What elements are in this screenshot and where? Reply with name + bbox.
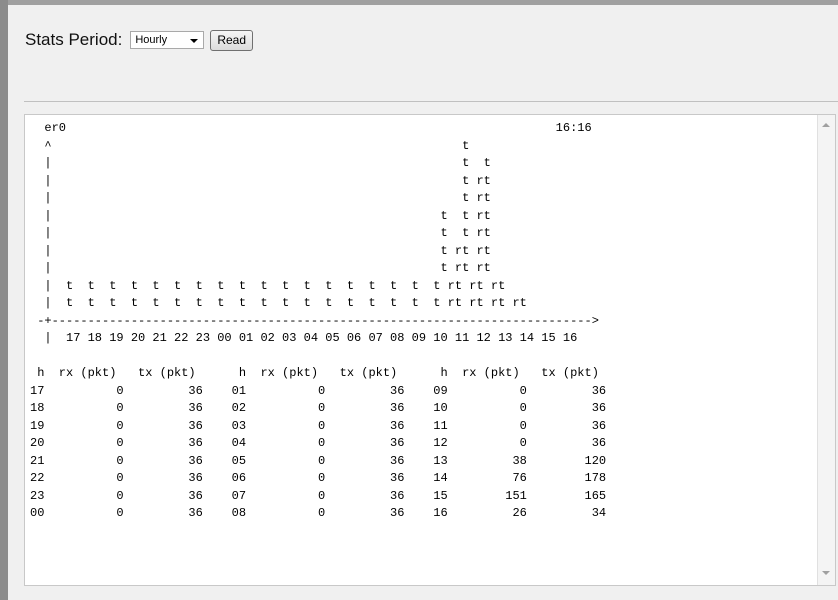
window-left-border: [0, 0, 8, 600]
read-button[interactable]: Read: [210, 29, 254, 51]
stats-output-text: er0 16:16 ^ t | t t | t rt | t rt | t t …: [30, 121, 607, 520]
chevron-down-icon: [190, 39, 199, 43]
toolbar: Stats Period: Hourly Read: [25, 27, 254, 53]
vertical-scrollbar[interactable]: [817, 115, 835, 585]
stats-period-value: Hourly: [135, 34, 168, 46]
scroll-down-arrow-icon[interactable]: [822, 571, 830, 575]
stats-period-label: Stats Period:: [25, 30, 123, 49]
scroll-up-arrow-icon[interactable]: [822, 123, 830, 127]
divider: [24, 101, 838, 102]
window-top-border: [0, 0, 838, 5]
stats-output-area[interactable]: er0 16:16 ^ t | t t | t rt | t rt | t t …: [24, 114, 836, 586]
stats-period-select[interactable]: Hourly: [130, 31, 205, 49]
